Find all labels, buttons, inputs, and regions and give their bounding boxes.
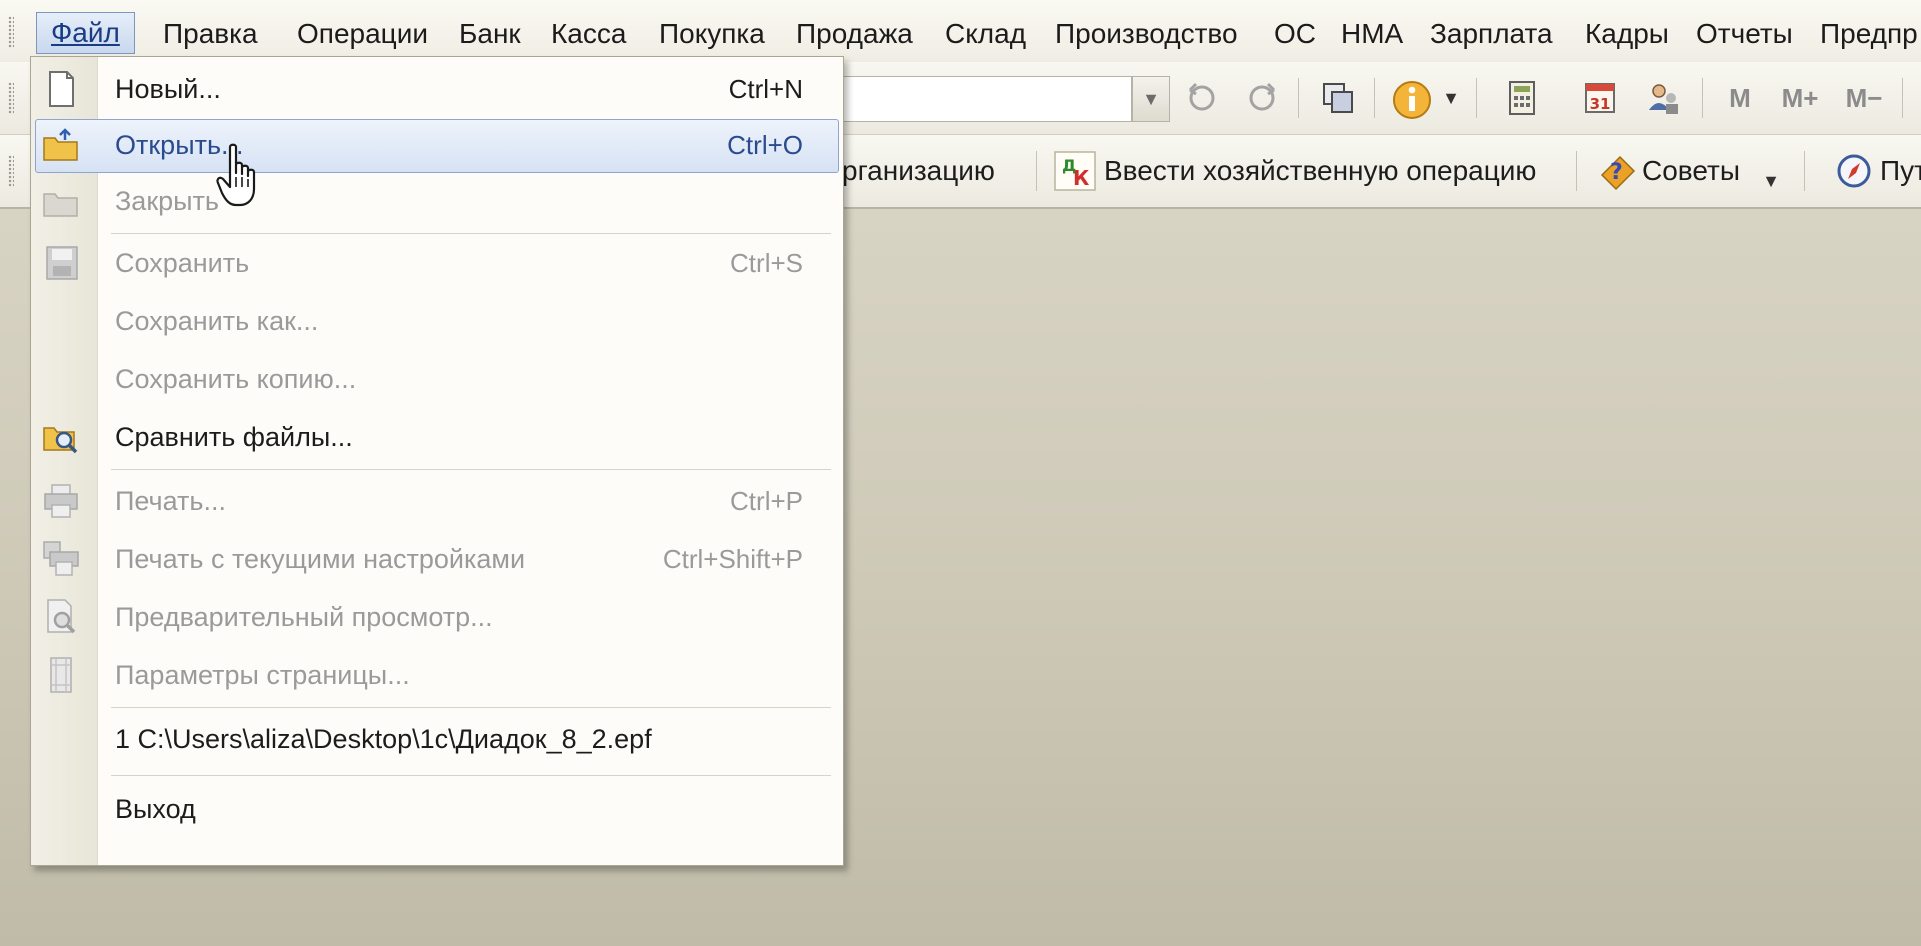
compare-files-icon [41, 418, 81, 456]
menu-separator [111, 707, 831, 708]
file-dropdown-menu: Новый... Ctrl+N Открыть... Ctrl+O Закрыт… [30, 56, 844, 866]
windows-icon[interactable] [1316, 78, 1360, 118]
close-folder-icon [41, 182, 81, 220]
toolbar-grip[interactable] [8, 155, 14, 187]
quick-print-icon [41, 540, 81, 578]
menu-operations[interactable]: Операции [297, 18, 428, 50]
search-combobox[interactable] [840, 76, 1132, 122]
menubar-grip[interactable] [8, 16, 14, 48]
menu-file[interactable]: Файл [36, 12, 135, 54]
menu-edit[interactable]: Правка [163, 18, 258, 50]
menu-production[interactable]: Производство [1055, 18, 1238, 50]
menu-intangible-assets[interactable]: НМА [1341, 18, 1403, 50]
toolbar-separator [1576, 151, 1577, 191]
menu-separator [111, 233, 831, 234]
tips-button[interactable]: Советы [1642, 151, 1740, 191]
combo-dropdown-button[interactable]: ▼ [1132, 76, 1170, 122]
dk-operation-icon[interactable]: ДК [1054, 151, 1096, 191]
menu-warehouse[interactable]: Склад [945, 18, 1026, 50]
calendar-icon[interactable]: 31 [1578, 78, 1622, 118]
toolbar-separator [1036, 151, 1037, 191]
main-menubar: Файл Правка Операции Банк Касса Покупка … [0, 0, 1921, 63]
enter-operation-button[interactable]: Ввести хозяйственную операцию [1104, 151, 1536, 191]
memory-subtract-button[interactable]: M− [1838, 78, 1890, 118]
svg-text:К: К [1073, 166, 1090, 190]
info-dropdown-icon[interactable]: ▼ [1440, 78, 1462, 118]
save-icon [41, 244, 81, 282]
menu-item-exit[interactable]: Выход [31, 781, 843, 837]
menu-item-save[interactable]: Сохранить Ctrl+S [31, 235, 843, 291]
calculator-icon[interactable] [1500, 78, 1544, 118]
menu-item-close[interactable]: Закрыть [31, 173, 843, 229]
menu-sales[interactable]: Продажа [796, 18, 913, 50]
print-preview-icon [41, 598, 81, 636]
menu-item-save-copy[interactable]: Сохранить копию... [31, 351, 843, 407]
toolbar-separator [1902, 78, 1903, 118]
printer-icon [41, 482, 81, 520]
memory-add-button[interactable]: M+ [1774, 78, 1826, 118]
menu-personnel[interactable]: Кадры [1585, 18, 1669, 50]
menu-bank[interactable]: Банк [459, 18, 521, 50]
menu-item-recent-file[interactable]: 1 C:\Users\aliza\Desktop\1c\Диадок_8_2.e… [31, 711, 843, 767]
tips-icon[interactable]: ? [1596, 149, 1640, 193]
new-document-icon [41, 70, 81, 108]
search-forward-icon[interactable] [1240, 78, 1284, 118]
menu-purchase[interactable]: Покупка [659, 18, 765, 50]
tips-dropdown-icon[interactable]: ▼ [1760, 161, 1782, 201]
menu-cash[interactable]: Касса [551, 18, 626, 50]
open-folder-icon [41, 126, 81, 164]
toolbar-grip[interactable] [8, 82, 14, 114]
path-button[interactable]: Пут [1880, 151, 1921, 191]
users-icon[interactable] [1642, 78, 1686, 118]
toolbar-separator [1476, 78, 1477, 118]
menu-reports[interactable]: Отчеты [1696, 18, 1793, 50]
menu-separator [111, 469, 831, 470]
menu-enterprise[interactable]: Предпр [1820, 18, 1918, 50]
menu-item-save-as[interactable]: Сохранить как... [31, 293, 843, 349]
menu-fixed-assets[interactable]: ОС [1274, 18, 1316, 50]
menu-item-print[interactable]: Печать... Ctrl+P [31, 473, 843, 529]
menu-separator [111, 775, 831, 776]
menu-salary[interactable]: Зарплата [1430, 18, 1553, 50]
toolbar-separator [1804, 151, 1805, 191]
memory-button[interactable]: M [1720, 78, 1760, 118]
select-organization-button[interactable]: рганизацию [842, 151, 995, 191]
search-back-icon[interactable] [1180, 78, 1224, 118]
menu-item-quick-print[interactable]: Печать с текущими настройками Ctrl+Shift… [31, 531, 843, 587]
menu-item-page-setup[interactable]: Параметры страницы... [31, 647, 843, 703]
toolbar-separator [1298, 78, 1299, 118]
toolbar-separator [1702, 78, 1703, 118]
page-setup-icon [41, 656, 81, 694]
svg-text:31: 31 [1590, 95, 1611, 113]
compass-icon[interactable] [1834, 151, 1874, 191]
menu-item-open[interactable]: Открыть... Ctrl+O [31, 117, 843, 173]
svg-text:?: ? [1610, 160, 1623, 185]
info-icon[interactable] [1390, 78, 1434, 119]
menu-item-new[interactable]: Новый... Ctrl+N [31, 61, 843, 117]
hand-cursor-icon [216, 143, 266, 211]
toolbar-separator [1374, 78, 1375, 118]
menu-item-compare-files[interactable]: Сравнить файлы... [31, 409, 843, 465]
menu-item-print-preview[interactable]: Предварительный просмотр... [31, 589, 843, 645]
